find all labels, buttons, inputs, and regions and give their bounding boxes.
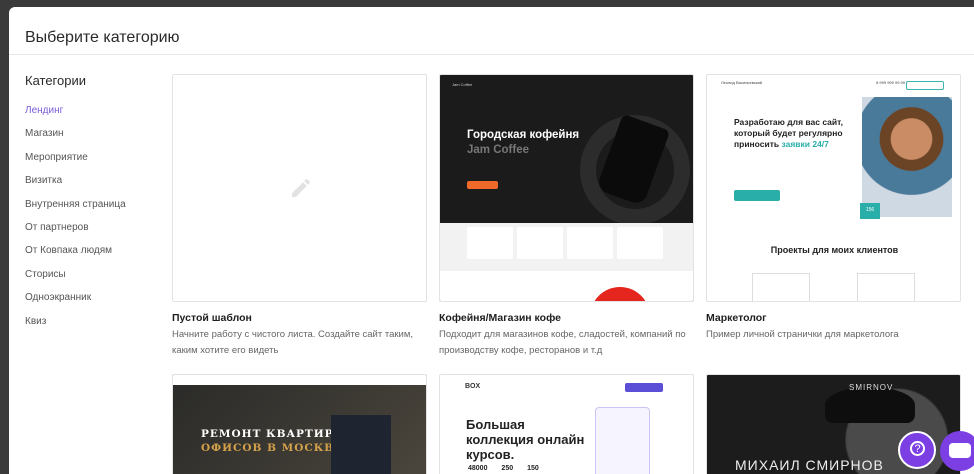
template-picker-modal: Выберите категорию Категории Лендинг Маг… [9, 7, 974, 474]
preview-feature-tile [617, 227, 663, 259]
preview-logo: BOX [465, 383, 481, 390]
preview-stats: 48000 250 150 [468, 465, 539, 472]
preview-laptop-image [752, 273, 810, 301]
sidebar-item-kovpak[interactable]: От Ковпака людям [25, 245, 165, 268]
template-card-repair[interactable]: РЕМОНТ КВАРТИР И ОФИСОВ В МОСКВЕ [172, 374, 427, 474]
sidebar-item-stories[interactable]: Сторисы [25, 269, 165, 292]
sidebar-heading: Категории [25, 73, 86, 88]
preview-brand: Jam Coffee [452, 82, 473, 87]
preview-headline: Городская кофейня Jam Coffee [467, 129, 580, 156]
category-sidebar: Категории Лендинг Магазин Мероприятие Ви… [25, 73, 165, 339]
preview-button [467, 181, 498, 189]
preview-badge: 156 [860, 203, 880, 219]
preview-feature-tile [517, 227, 563, 259]
sidebar-item-business-card[interactable]: Визитка [25, 175, 165, 198]
preview-laptop-image [857, 273, 915, 301]
chat-icon [949, 443, 971, 458]
preview-nav-button [625, 383, 663, 392]
sidebar-item-event[interactable]: Мероприятие [25, 152, 165, 175]
modal-title: Выберите категорию [25, 29, 180, 46]
preview-headline: Большая коллекция онлайн курсов. [466, 417, 585, 462]
preview-button [734, 190, 780, 201]
template-card-courses[interactable]: BOX Большая коллекция онлайн курсов. 480… [439, 374, 694, 474]
preview-feature-tile [467, 227, 513, 259]
preview-feature-tile [567, 227, 613, 259]
question-icon: ? [910, 441, 925, 456]
template-description: Начните работу с чистого листа. Создайте… [172, 329, 414, 356]
preview-headline: МИХАИЛ СМИРНОВ [735, 457, 884, 473]
preview-headline: Разработаю для вас сайт, который будет р… [734, 117, 843, 149]
sidebar-item-landing[interactable]: Лендинг [25, 105, 165, 128]
preview-name: SMIRNOV [849, 383, 894, 392]
template-card-empty[interactable]: Пустой шаблон Начните работу с чистого л… [172, 74, 427, 359]
help-button[interactable]: ? [898, 431, 936, 469]
preview-header-button [906, 81, 944, 90]
template-card-marketer[interactable]: Леонид Васильевский 8 999 999 99 99 Разр… [706, 74, 961, 343]
preview-phone: 8 999 999 99 99 [876, 80, 905, 85]
template-title: Пустой шаблон [172, 312, 252, 324]
chat-button[interactable] [940, 431, 974, 471]
pencil-icon [292, 178, 310, 197]
sidebar-item-one-screen[interactable]: Одноэкранник [25, 292, 165, 315]
preview-section-title: Проекты для моих клиентов [770, 245, 899, 255]
sidebar-item-partners[interactable]: От партнеров [25, 222, 165, 245]
template-title: Кофейня/Магазин кофе [439, 312, 561, 324]
preview-form [331, 415, 391, 474]
template-thumbnail[interactable]: BOX Большая коллекция онлайн курсов. 480… [439, 374, 694, 474]
preview-topbar [173, 375, 426, 385]
sidebar-item-inner-page[interactable]: Внутренняя страница [25, 199, 165, 222]
modal-header: Выберите категорию [9, 7, 974, 55]
preview-name: Леонид Васильевский [721, 80, 763, 85]
sidebar-item-quiz[interactable]: Квиз [25, 316, 165, 339]
template-thumbnail[interactable] [172, 74, 427, 302]
template-thumbnail[interactable]: РЕМОНТ КВАРТИР И ОФИСОВ В МОСКВЕ [172, 374, 427, 474]
preview-illustration [595, 407, 650, 474]
sidebar-item-shop[interactable]: Магазин [25, 128, 165, 151]
template-thumbnail[interactable]: Jam Coffee Городская кофейня Jam Coffee [439, 74, 694, 302]
preview-portrait-image [825, 387, 915, 423]
template-title: Маркетолог [706, 312, 767, 324]
preview-bottom [440, 271, 693, 301]
template-thumbnail[interactable]: Леонид Васильевский 8 999 999 99 99 Разр… [706, 74, 961, 302]
preview-headline: РЕМОНТ КВАРТИР И ОФИСОВ В МОСКВЕ [201, 428, 350, 454]
template-description: Пример личной странички для маркетолога [706, 329, 899, 340]
template-card-coffee[interactable]: Jam Coffee Городская кофейня Jam Coffee К… [439, 74, 694, 359]
template-description: Подходит для магазинов кофе, сладостей, … [439, 329, 686, 356]
preview-portrait-image [862, 97, 952, 217]
